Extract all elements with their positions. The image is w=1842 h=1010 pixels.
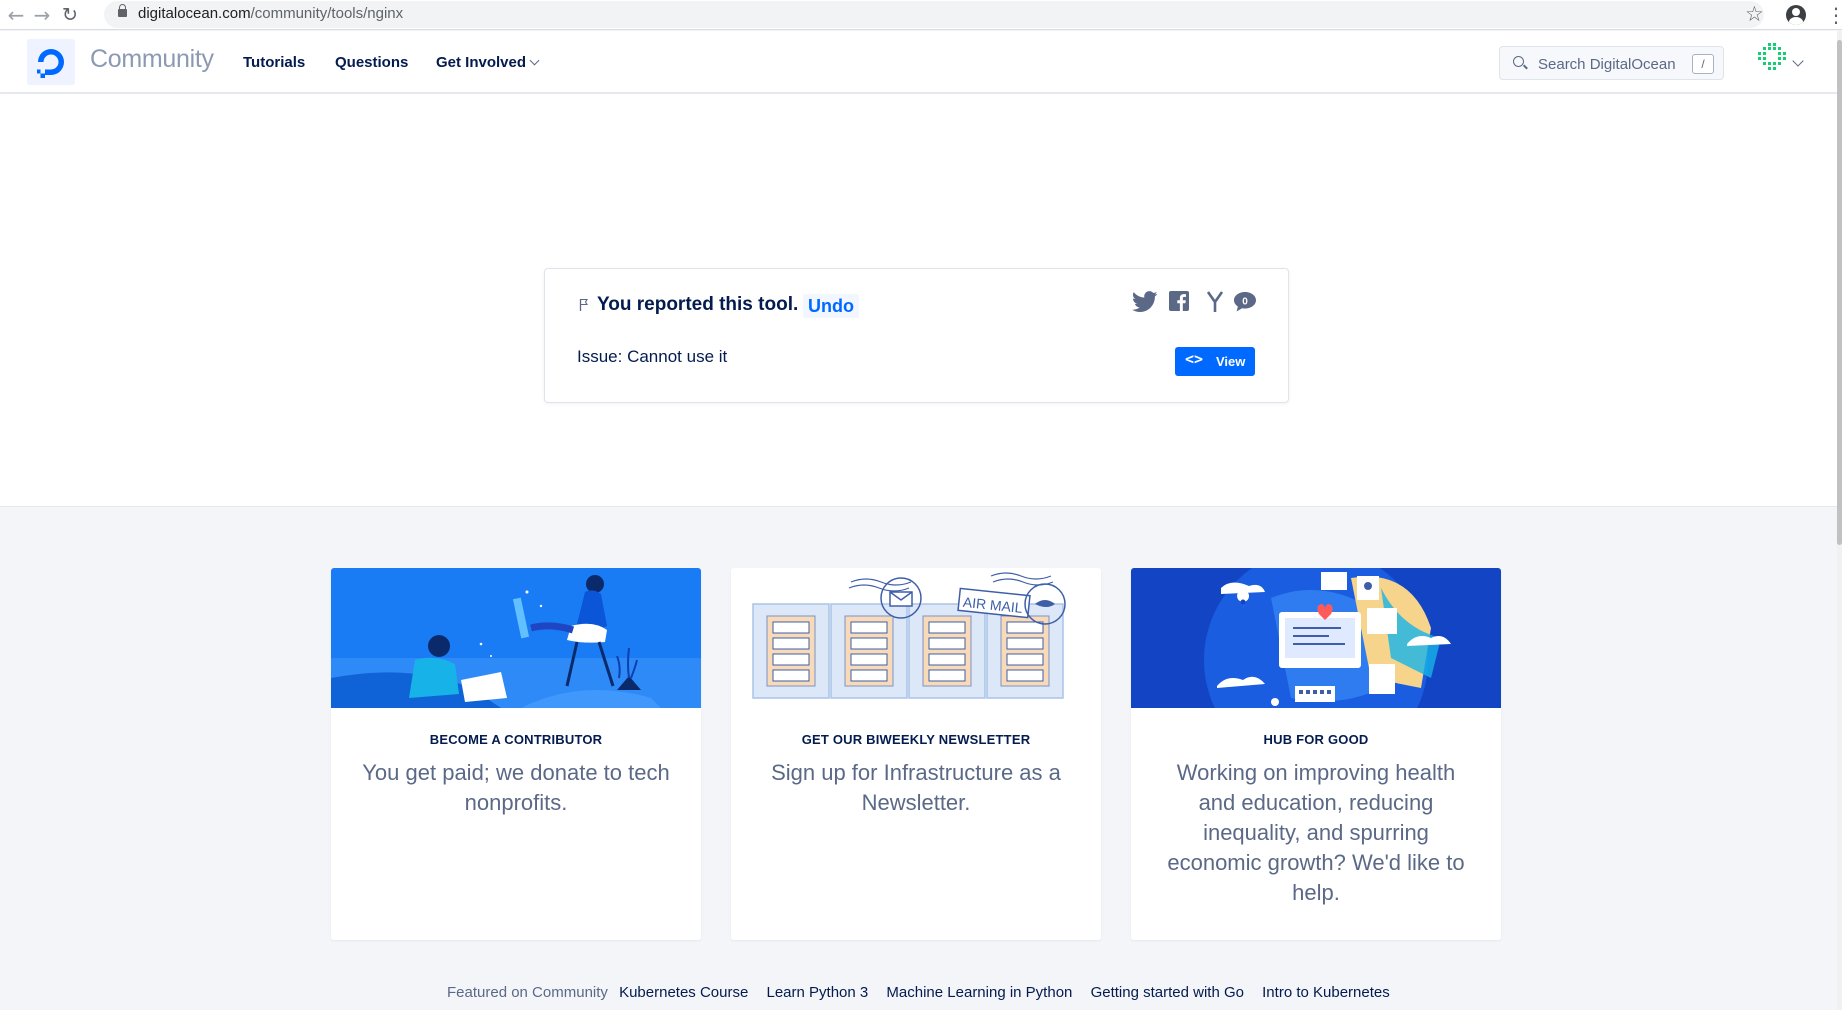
nav-questions-label: Questions [335,54,409,71]
newsletter-heading: GET OUR BIWEEKLY NEWSLETTER [801,732,1031,747]
search-icon [1513,56,1524,67]
forward-arrow-icon[interactable]: → [30,3,54,27]
browser-toolbar: ← → ↻ digitalocean.com/community/tools/n… [0,0,1842,30]
facebook-icon[interactable] [1169,291,1189,311]
report-title: You reported this tool. [597,294,799,315]
featured-link-getting-started-go[interactable]: Getting started with Go [1091,984,1244,1001]
url-text[interactable]: digitalocean.com/community/tools/nginx [138,5,403,22]
url-domain: digitalocean.com [138,5,251,22]
comment-count: 0 [1242,297,1248,308]
user-avatar-icon[interactable] [1757,42,1787,72]
newsletter-illustration: AIR MAIL [731,568,1101,708]
contributor-body: You get paid; we donate to tech nonprofi… [362,760,670,815]
featured-link-learn-python-3[interactable]: Learn Python 3 [767,984,869,1001]
contributor-illustration [331,568,701,708]
undo-button[interactable]: Undo [803,294,859,318]
newsletter-body: Sign up for Infrastructure as a Newslett… [771,760,1061,815]
hub-for-good-heading: HUB FOR GOOD [1263,732,1369,747]
nav-get-involved-label: Get Involved [436,54,527,71]
back-arrow-icon[interactable]: ← [4,3,28,27]
account-chevron-down-icon[interactable] [1792,55,1804,67]
view-button-label: View [1216,354,1246,369]
digitalocean-logo-icon [37,49,64,78]
view-button[interactable]: <> View [1175,347,1255,376]
nav-get-involved[interactable]: Get Involved [436,54,540,71]
search-box[interactable]: / [1499,46,1724,80]
lock-icon [118,4,127,17]
hub-for-good-illustration [1131,568,1501,708]
comments-icon[interactable]: 0 [1233,291,1257,313]
twitter-icon[interactable] [1132,291,1158,313]
hub-for-good-body: Working on improving health and educatio… [1167,760,1465,905]
featured-link-intro-kubernetes[interactable]: Intro to Kubernetes [1262,984,1390,1001]
flag-icon [579,298,588,311]
site-header: Community Tutorials Questions Get Involv… [0,31,1837,93]
profile-icon[interactable] [1786,5,1806,25]
contributor-card[interactable]: BECOME A CONTRIBUTOR You get paid; we do… [331,568,701,940]
menu-kebab-icon[interactable]: ⋮ [1826,3,1842,27]
featured-links: Featured on Community Kubernetes Course … [447,984,1404,1001]
hacker-news-icon[interactable] [1206,291,1224,313]
code-icon: <> [1185,350,1204,368]
report-card: You reported this tool. Undo 0 Issue: Ca… [544,268,1289,403]
search-shortcut-key: / [1692,54,1714,74]
scrollbar-thumb[interactable] [1837,40,1842,545]
newsletter-card[interactable]: AIR MAIL GET OUR BIWEEKLY NEWSLETTER Sig… [731,568,1101,940]
featured-link-kubernetes-course[interactable]: Kubernetes Course [619,984,748,1001]
digitalocean-logo[interactable] [27,39,75,85]
issue-text: Issue: Cannot use it [577,347,728,366]
url-path: /community/tools/nginx [250,5,404,22]
nav-questions[interactable]: Questions [335,54,408,71]
contributor-heading: BECOME A CONTRIBUTOR [429,732,603,747]
featured-link-machine-learning-python[interactable]: Machine Learning in Python [886,984,1072,1001]
community-brand[interactable]: Community [90,45,214,74]
featured-label: Featured on Community [447,984,608,1001]
hub-for-good-card[interactable]: HUB FOR GOOD Working on improving health… [1131,568,1501,940]
reload-icon[interactable]: ↻ [58,3,82,27]
search-input[interactable] [1538,54,1688,74]
nav-tutorials-label: Tutorials [243,54,306,71]
nav-tutorials[interactable]: Tutorials [243,54,305,71]
chevron-down-icon [529,55,540,66]
bookmark-star-icon[interactable]: ☆ [1745,2,1764,26]
